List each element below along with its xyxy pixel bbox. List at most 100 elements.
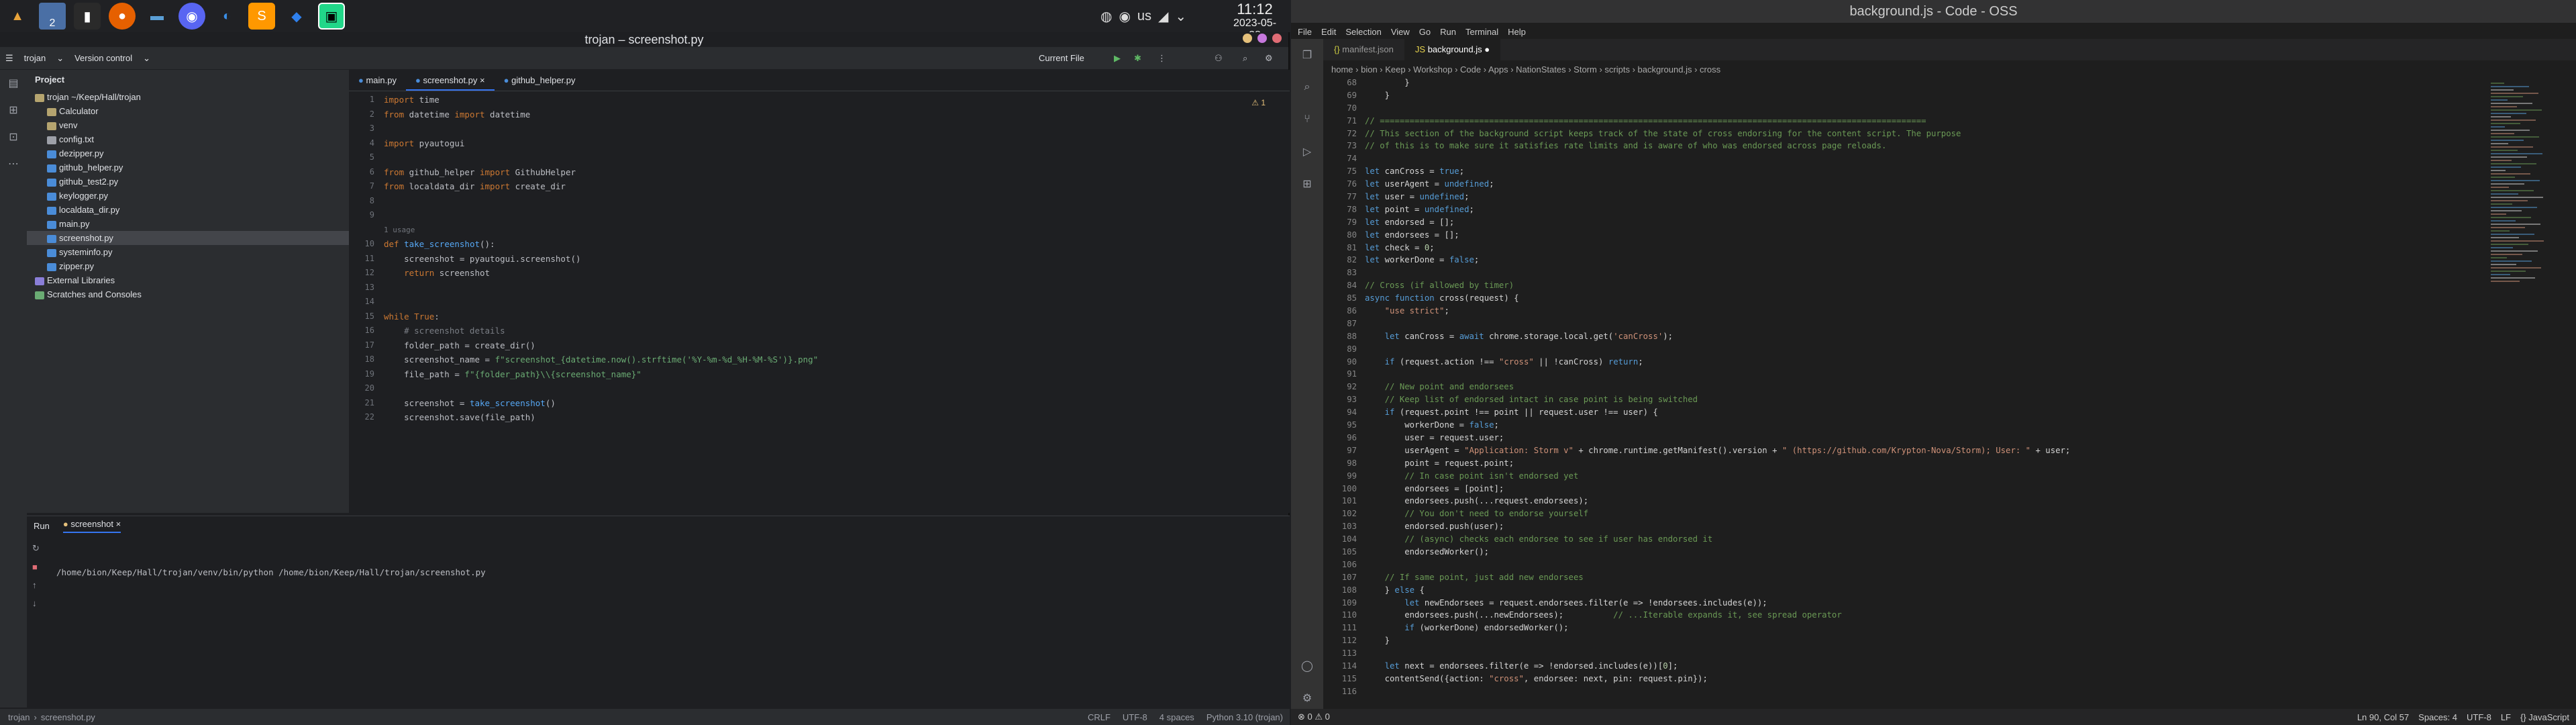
scroll-up-icon[interactable]: ↑: [32, 580, 40, 590]
menu-item[interactable]: Go: [1419, 27, 1431, 37]
gear-icon[interactable]: ⚙: [1265, 53, 1273, 64]
account-icon[interactable]: ◯: [1291, 650, 1323, 682]
tree-item[interactable]: config.txt: [27, 132, 349, 146]
source-control-icon[interactable]: ⑂: [1291, 103, 1323, 136]
close-icon[interactable]: ×: [477, 75, 485, 85]
breadcrumb-item[interactable]: Storm: [1574, 64, 1597, 75]
pycharm-icon[interactable]: ▣: [318, 3, 345, 30]
unsaved-dot-icon[interactable]: ●: [1482, 44, 1490, 54]
volume-icon[interactable]: ◢: [1158, 8, 1168, 25]
menu-item[interactable]: Help: [1508, 27, 1526, 37]
close-icon[interactable]: ×: [116, 519, 121, 529]
tree-item[interactable]: venv: [27, 118, 349, 132]
tree-item[interactable]: dezipper.py: [27, 146, 349, 160]
tree-item[interactable]: main.py: [27, 217, 349, 231]
close-button[interactable]: [1272, 34, 1282, 43]
tree-item[interactable]: External Libraries: [27, 273, 349, 287]
workspace-switcher[interactable]: 2: [39, 3, 66, 30]
chevron-down-icon[interactable]: ⌄: [1175, 8, 1186, 25]
project-panel-title[interactable]: Project: [27, 70, 349, 90]
minimize-button[interactable]: [1243, 34, 1252, 43]
status-file[interactable]: screenshot.py: [41, 712, 95, 722]
search-icon[interactable]: ⌕: [1291, 71, 1323, 103]
status-item[interactable]: 4 spaces: [1160, 712, 1194, 722]
tree-item[interactable]: trojan ~/Keep/Hall/trojan: [27, 90, 349, 104]
status-item[interactable]: Ln 90, Col 57: [2357, 712, 2409, 722]
discord-icon[interactable]: ◉: [178, 3, 205, 30]
vscode-icon[interactable]: ◆: [283, 3, 310, 30]
breadcrumb-item[interactable]: Code: [1460, 64, 1481, 75]
chat-icon[interactable]: ◍: [1100, 8, 1112, 25]
extensions-icon[interactable]: ⊞: [1291, 168, 1323, 200]
breadcrumb-item[interactable]: Workshop: [1413, 64, 1452, 75]
hamburger-menu-icon[interactable]: ☰: [5, 53, 13, 64]
debug-icon[interactable]: ✱: [1134, 53, 1141, 64]
stop-icon[interactable]: ■: [32, 562, 40, 572]
menu-item[interactable]: View: [1391, 27, 1410, 37]
project-switcher[interactable]: trojan: [24, 53, 46, 63]
editor-tab[interactable]: ● screenshot.py ×: [406, 70, 495, 91]
run-icon[interactable]: ▶: [1114, 53, 1121, 64]
status-item[interactable]: LF: [2501, 712, 2511, 722]
menu-item[interactable]: Selection: [1345, 27, 1381, 37]
tree-item[interactable]: systeminfo.py: [27, 245, 349, 259]
tree-item[interactable]: keylogger.py: [27, 189, 349, 203]
breadcrumb-item[interactable]: Apps: [1488, 64, 1508, 75]
run-config-selector[interactable]: Current File: [1039, 53, 1084, 63]
structure-icon[interactable]: ⊞: [0, 97, 27, 124]
status-item[interactable]: {} JavaScript: [2520, 712, 2569, 722]
minimap[interactable]: [2491, 81, 2551, 282]
search-icon[interactable]: ⌕: [1243, 53, 1247, 64]
vcs-widget[interactable]: Version control: [74, 53, 132, 63]
usage-hint[interactable]: 1 usage: [384, 223, 818, 238]
explorer-icon[interactable]: ❐: [1291, 39, 1323, 71]
status-item[interactable]: Spaces: 4: [2418, 712, 2457, 722]
problems-indicator[interactable]: ⊗ 0 ⚠ 0: [1298, 712, 1330, 722]
editor-tab[interactable]: JS background.js ●: [1404, 39, 1501, 60]
status-item[interactable]: UTF-8: [1123, 712, 1147, 722]
app-menu-icon[interactable]: ▲: [4, 3, 31, 30]
breadcrumb-item[interactable]: NationStates: [1516, 64, 1565, 75]
breadcrumb-item[interactable]: home: [1331, 64, 1353, 75]
tree-item[interactable]: screenshot.py: [27, 231, 349, 245]
run-debug-icon[interactable]: ▷: [1291, 136, 1323, 168]
tree-item[interactable]: Calculator: [27, 104, 349, 118]
tree-item[interactable]: github_helper.py: [27, 160, 349, 175]
breadcrumb-item[interactable]: cross: [1700, 64, 1720, 75]
status-item[interactable]: CRLF: [1088, 712, 1111, 722]
scroll-down-icon[interactable]: ↓: [32, 598, 40, 608]
plugins-icon[interactable]: ⊡: [0, 124, 27, 150]
warning-indicator[interactable]: ⚠ 1: [1251, 98, 1266, 107]
breadcrumb-item[interactable]: Keep: [1385, 64, 1405, 75]
terminal-icon[interactable]: ▮: [74, 3, 101, 30]
maximize-button[interactable]: [1257, 34, 1267, 43]
status-item[interactable]: Python 3.10 (trojan): [1206, 712, 1283, 722]
thunderbird-icon[interactable]: ◐: [213, 3, 240, 30]
tree-item[interactable]: github_test2.py: [27, 175, 349, 189]
keyboard-layout[interactable]: us: [1137, 9, 1151, 24]
more-actions-icon[interactable]: ⋮: [1157, 53, 1166, 64]
code-editor[interactable]: import time from datetime import datetime…: [384, 93, 818, 425]
status-item[interactable]: UTF-8: [2467, 712, 2491, 722]
status-project[interactable]: trojan: [8, 712, 30, 722]
breadcrumb-item[interactable]: scripts: [1604, 64, 1630, 75]
discord-tray-icon[interactable]: ◉: [1119, 8, 1130, 25]
run-config-tab[interactable]: ● screenshot ×: [62, 519, 121, 533]
breadcrumb-item[interactable]: bion: [1361, 64, 1378, 75]
breadcrumb-item[interactable]: background.js: [1638, 64, 1692, 75]
run-tab[interactable]: Run: [34, 521, 50, 531]
sublime-icon[interactable]: S: [248, 3, 275, 30]
tree-item[interactable]: localdata_dir.py: [27, 203, 349, 217]
add-user-icon[interactable]: ⚇: [1215, 53, 1223, 64]
more-icon[interactable]: ⋯: [0, 150, 27, 177]
code-editor[interactable]: } } // =================================…: [1365, 77, 2070, 698]
editor-tab[interactable]: {} manifest.json: [1323, 39, 1404, 60]
editor-tab[interactable]: ● github_helper.py: [495, 70, 585, 91]
tree-item[interactable]: zipper.py: [27, 259, 349, 273]
menu-item[interactable]: File: [1298, 27, 1312, 37]
rerun-icon[interactable]: ↻: [32, 543, 40, 554]
menu-item[interactable]: Terminal: [1465, 27, 1498, 37]
editor-tab[interactable]: ● main.py: [349, 70, 406, 91]
menu-item[interactable]: Edit: [1321, 27, 1336, 37]
menu-item[interactable]: Run: [1440, 27, 1456, 37]
